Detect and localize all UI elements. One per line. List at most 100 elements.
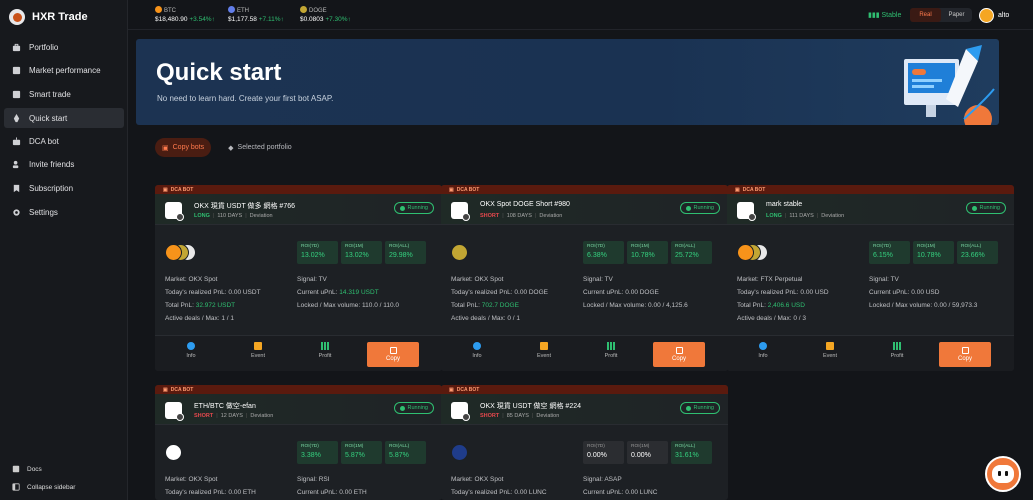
eth-coin-icon: [228, 6, 235, 13]
bot-card[interactable]: ▣ DCA BOT OKX 現貨 USDT 做空 網格 #224 SHORT | 85 D…: [441, 385, 728, 500]
stat-value: TV: [890, 276, 899, 283]
event-button[interactable]: Event: [810, 342, 850, 359]
bot-direction: LONG: [766, 213, 782, 219]
bot-avatar-icon: [737, 202, 756, 221]
profit-button[interactable]: Profit: [877, 342, 917, 359]
roi-box-roi-all: ROI(ALL) 25.72%: [671, 241, 712, 264]
sidebar-item-quick-start[interactable]: Quick start: [4, 108, 124, 128]
roi-label: ROI(7D): [587, 244, 605, 249]
sidebar-item-invite-friends[interactable]: Invite friends: [4, 154, 124, 174]
card-header: mark stable LONG | 111 DAYS | Deviation Runnin…: [727, 194, 1014, 225]
stat-label: Market:: [451, 476, 473, 483]
event-button[interactable]: Event: [238, 342, 278, 359]
brand[interactable]: HXR Trade: [9, 9, 88, 25]
mode-paper-button[interactable]: Paper: [941, 8, 972, 22]
tab-label: Selected portfolio: [237, 144, 292, 151]
status-badge: Running: [965, 202, 1006, 214]
event-icon: [540, 342, 548, 350]
docs-label: Docs: [27, 465, 42, 473]
collapse-label: Collapse sidebar: [27, 483, 76, 491]
stat-label: Signal:: [869, 276, 889, 283]
status-label: Running: [693, 405, 715, 411]
stat-active-deals: Active deals / Max: 0 / 1: [451, 315, 520, 322]
roi-box-roi-1m: ROI(1M) 5.87%: [341, 441, 382, 464]
copy-icon: [675, 347, 683, 354]
sidebar-item-dca-bot[interactable]: DCA bot: [4, 131, 124, 151]
info-label: Info: [758, 353, 768, 359]
tab-selected-portfolio[interactable]: ◆ Selected portfolio: [221, 138, 298, 157]
stat-today-pnl: Today's realized PnL: 0.00 DOGE: [451, 289, 548, 296]
stat-signal: Signal: RSI: [297, 476, 330, 483]
stable-indicator[interactable]: ▮▮▮ Stable: [868, 11, 901, 19]
stat-value: 0.00 LUNC: [625, 489, 658, 496]
card-tag: ▣ DCA BOT: [155, 385, 442, 394]
ticker-doge[interactable]: DOGE $0.0803 +7.30%↑: [300, 6, 351, 23]
stat-locked-max: Locked / Max volume: 110.0 / 110.0: [297, 302, 399, 309]
ticker-btc[interactable]: BTC $18,480.90 +3.54%↑: [155, 6, 215, 23]
roi-label: ROI(7D): [301, 244, 319, 249]
stat-value: TV: [604, 276, 613, 283]
stat-value: 0.00 / 59,973.3: [934, 302, 978, 309]
ticker-eth[interactable]: ETH $1,177.58 +7.11%↑: [228, 6, 284, 23]
copy-label: Copy: [671, 356, 686, 362]
roi-box-roi-7d: ROI(7D) 0.00%: [583, 441, 624, 464]
copy-button[interactable]: Copy: [939, 342, 991, 367]
tab-copy-bots[interactable]: ▣ Copy bots: [155, 138, 212, 157]
bot-name: OKX 現貨 USDT 做空 網格 #224: [480, 403, 582, 410]
profit-label: Profit: [318, 353, 332, 359]
bot-strategy: Deviation: [539, 213, 563, 219]
info-button[interactable]: Info: [171, 342, 211, 359]
stat-label: Today's realized PnL:: [165, 489, 227, 496]
days-suffix: DAYS: [517, 213, 532, 219]
info-button[interactable]: Info: [743, 342, 783, 359]
event-button[interactable]: Event: [524, 342, 564, 359]
ticker-symbol: BTC: [164, 8, 176, 14]
sidebar-item-market-performance[interactable]: Market performance: [4, 60, 124, 80]
stat-value: ASAP: [604, 476, 622, 483]
support-chat-button[interactable]: [985, 456, 1021, 492]
info-icon: [473, 342, 481, 350]
profit-button[interactable]: Profit: [591, 342, 631, 359]
bot-tag-icon: ▣: [449, 386, 454, 393]
profit-button[interactable]: Profit: [305, 342, 345, 359]
card-actions: Info Event Profit Copy: [727, 335, 1014, 371]
stable-label: Stable: [881, 12, 902, 19]
copy-button[interactable]: Copy: [653, 342, 705, 367]
ticker-change: +7.30%↑: [325, 16, 351, 23]
stat-label: Today's realized PnL:: [451, 489, 513, 496]
collapse-sidebar-button[interactable]: Collapse sidebar: [12, 478, 75, 496]
sidebar-item-settings[interactable]: Settings: [4, 202, 124, 222]
roi-box-roi-7d: ROI(7D) 3.38%: [297, 441, 338, 464]
sidebar-item-portfolio[interactable]: Portfolio: [4, 37, 124, 57]
stat-label: Active deals / Max:: [165, 315, 220, 322]
copy-button[interactable]: Copy: [367, 342, 419, 367]
bot-card[interactable]: ▣ DCA BOT ETH/BTC 做空-efan SHORT | 12 DAYS | Dev…: [155, 385, 442, 500]
user-menu[interactable]: alto: [979, 8, 1009, 23]
sidebar-item-smart-trade[interactable]: Smart trade: [4, 84, 124, 104]
mode-toggle[interactable]: Real Paper: [910, 8, 972, 22]
bot-card[interactable]: ▣ DCA BOT mark stable LONG | 111 DAYS | Deviati…: [727, 185, 1014, 371]
stat-label: Current uPnL:: [869, 289, 910, 296]
info-label: Info: [472, 353, 482, 359]
bot-strategy: Deviation: [249, 213, 273, 219]
roi-value: 5.87%: [389, 452, 409, 459]
stat-label: Total PnL:: [165, 302, 194, 309]
bot-card[interactable]: ▣ DCA BOT OKX 現貨 USDT 做多 網格 #766 LONG | 110 D…: [155, 185, 442, 371]
roi-box-roi-7d: ROI(7D) 6.15%: [869, 241, 910, 264]
stat-label: Current uPnL:: [583, 289, 624, 296]
stat-active-deals: Active deals / Max: 0 / 3: [737, 315, 806, 322]
docs-icon: [12, 465, 20, 473]
logo-icon: [9, 9, 25, 25]
bot-meta: SHORT | 12 DAYS | Deviation: [194, 413, 274, 419]
bot-tag-icon: ▣: [163, 386, 168, 393]
card-header: OKX 現貨 USDT 做空 網格 #224 SHORT | 85 DAYS | Devi…: [441, 394, 728, 425]
bot-card[interactable]: ▣ DCA BOT OKX Spot DOGE Short #980 SHORT | 10…: [441, 185, 728, 371]
bot-days: 110: [217, 213, 227, 219]
card-actions: Info Event Profit Copy: [155, 335, 442, 371]
stat-value: OKX Spot: [474, 476, 504, 483]
docs-link[interactable]: Docs: [12, 460, 75, 478]
info-button[interactable]: Info: [457, 342, 497, 359]
mode-real-button[interactable]: Real: [910, 8, 941, 22]
stat-market: Market: OKX Spot: [165, 276, 217, 283]
sidebar-item-subscription[interactable]: Subscription: [4, 178, 124, 198]
